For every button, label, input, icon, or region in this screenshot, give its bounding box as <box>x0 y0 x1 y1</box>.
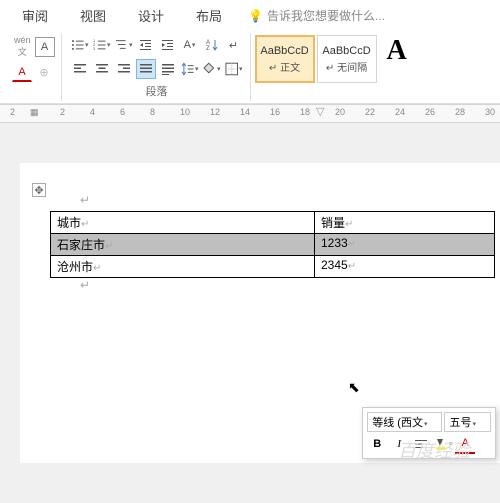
cell-return-icon: ↵ <box>105 241 113 252</box>
cell-text: 1233 <box>321 236 348 250</box>
paragraph-mark-icon: ↵ <box>80 278 90 292</box>
ruler-num: 2 <box>10 107 15 117</box>
ruler-num: 6 <box>120 107 125 117</box>
enclose-button[interactable]: ⊕ <box>34 62 54 82</box>
highlight-button[interactable]: ▾ <box>433 434 453 454</box>
table-row-selected[interactable]: 石家庄市↵ 1233↵ <box>51 234 495 256</box>
asian-layout-button[interactable]: A▾ <box>180 35 200 55</box>
tab-view[interactable]: 视图 <box>66 2 120 29</box>
increase-indent-button[interactable] <box>158 35 178 55</box>
ribbon-tabs: 审阅 视图 设计 布局 💡 告诉我您想要做什么... <box>0 0 500 29</box>
ruler-num: 18 <box>300 107 310 117</box>
ruler-num: 2 <box>60 107 65 117</box>
svg-text:3: 3 <box>93 47 95 51</box>
tab-layout[interactable]: 布局 <box>182 2 236 29</box>
document-table[interactable]: 城市↵ 销量↵ 石家庄市↵ 1233↵ 沧州市↵ 2345↵ <box>50 211 495 278</box>
style-name: ↵ 正文 <box>269 59 300 74</box>
align-right-button[interactable] <box>114 59 134 79</box>
ruler-num: 20 <box>335 107 345 117</box>
ruler-num: 30 <box>485 107 495 117</box>
clipboard-group: wén 文 A A ⊕ <box>6 33 62 101</box>
cell-return-icon: ↵ <box>93 263 101 274</box>
table-move-handle[interactable]: ✥ <box>32 183 46 197</box>
document-area: ✥ ↵ 城市↵ 销量↵ 石家庄市↵ 1233↵ 沧州市↵ 2345↵ ↵ ⬉ 等… <box>0 123 500 503</box>
horizontal-ruler[interactable]: 2 ▦ 2 4 6 8 10 12 14 16 18 ▽ 20 22 24 26… <box>0 105 500 123</box>
tab-design[interactable]: 设计 <box>124 2 178 29</box>
ruler-grid-icon: ▦ <box>30 107 39 118</box>
table-row[interactable]: 城市↵ 销量↵ <box>51 212 495 234</box>
font-color-mini-button[interactable]: A <box>455 434 475 454</box>
style-name: ↵ 无间隔 <box>326 59 367 74</box>
bullets-button[interactable]: ▾ <box>70 35 90 55</box>
ruler-num: 4 <box>90 107 95 117</box>
align-left-button[interactable] <box>70 59 90 79</box>
table-row[interactable]: 沧州市↵ 2345↵ <box>51 256 495 278</box>
bold-button[interactable]: B <box>367 434 387 454</box>
bulb-icon: 💡 <box>248 9 263 23</box>
ruler-num: 16 <box>270 107 280 117</box>
font-select[interactable]: 等线 (西文▾ <box>367 412 442 432</box>
ruler-num: 28 <box>455 107 465 117</box>
phonetic-guide-button[interactable]: wén 文 <box>12 35 33 58</box>
ruler-num: 10 <box>180 107 190 117</box>
wen-char: 文 <box>18 45 27 58</box>
cell-return-icon: ↵ <box>81 219 89 230</box>
style-normal[interactable]: AaBbCcD ↵ 正文 <box>255 35 315 83</box>
size-select[interactable]: 五号▾ <box>444 412 491 432</box>
cell-text: 石家庄市 <box>57 238 105 252</box>
show-marks-button[interactable]: ↵ <box>224 35 244 55</box>
ruler-num: 8 <box>150 107 155 117</box>
ruler-num: 24 <box>395 107 405 117</box>
ruler-num: 22 <box>365 107 375 117</box>
sort-button[interactable]: AZ <box>202 35 222 55</box>
cell-return-icon: ↵ <box>348 261 356 272</box>
line-spacing-button[interactable]: ▾ <box>180 59 200 79</box>
indent-marker-icon[interactable]: ▽ <box>316 105 324 118</box>
cell-text: 沧州市 <box>57 260 93 274</box>
ruler-num: 14 <box>240 107 250 117</box>
font-color-button[interactable]: A <box>12 62 32 82</box>
cell-text: 城市 <box>57 216 81 230</box>
ribbon: 审阅 视图 设计 布局 💡 告诉我您想要做什么... wén 文 A A ⊕ <box>0 0 500 105</box>
paragraph-mark-icon: ↵ <box>80 193 90 207</box>
style-heading-button[interactable]: A <box>379 35 415 99</box>
multilevel-button[interactable]: ▾ <box>114 35 134 55</box>
wen-pinyin: wén <box>14 35 31 45</box>
style-preview: AaBbCcD <box>260 45 308 57</box>
align-button[interactable] <box>411 434 431 454</box>
decrease-indent-button[interactable] <box>136 35 156 55</box>
ruler-num: 26 <box>425 107 435 117</box>
borders-button[interactable]: ▾ <box>224 59 244 79</box>
distributed-button[interactable] <box>158 59 178 79</box>
cell-text: 销量 <box>321 216 345 230</box>
cell-return-icon: ↵ <box>348 239 356 250</box>
svg-text:Z: Z <box>206 46 210 52</box>
tell-me-text: 告诉我您想要做什么... <box>267 7 385 24</box>
align-justify-button[interactable] <box>136 59 156 79</box>
numbering-button[interactable]: 123▾ <box>92 35 112 55</box>
ruler-num: 12 <box>210 107 220 117</box>
char-border-button[interactable]: A <box>35 37 55 57</box>
tab-review[interactable]: 审阅 <box>8 2 62 29</box>
tell-me-search[interactable]: 💡 告诉我您想要做什么... <box>240 3 393 28</box>
ribbon-toolbar: wén 文 A A ⊕ ▾ 123▾ ▾ A▾ AZ ↵ <box>0 29 500 104</box>
italic-button[interactable]: I <box>389 434 409 454</box>
paragraph-group: ▾ 123▾ ▾ A▾ AZ ↵ ▾ ▾ ▾ 段落 <box>64 33 251 101</box>
paragraph-label: 段落 <box>70 81 244 101</box>
cell-return-icon: ↵ <box>345 219 353 230</box>
styles-group: AaBbCcD ↵ 正文 AaBbCcD ↵ 无间隔 A <box>253 33 417 101</box>
shading-button[interactable]: ▾ <box>202 59 222 79</box>
style-nospacing[interactable]: AaBbCcD ↵ 无间隔 <box>317 35 377 83</box>
mini-toolbar: 等线 (西文▾ 五号▾ B I ▾ A <box>362 407 496 459</box>
style-preview: AaBbCcD <box>322 45 370 57</box>
align-center-button[interactable] <box>92 59 112 79</box>
cell-text: 2345 <box>321 258 348 272</box>
